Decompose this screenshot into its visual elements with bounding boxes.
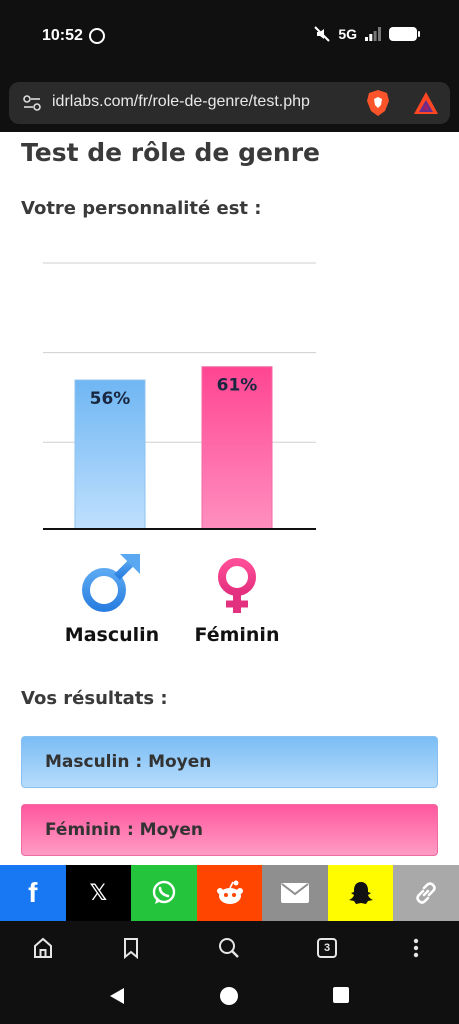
x-icon: 𝕏 — [89, 880, 108, 906]
bottom-navigation: 3 — [0, 921, 459, 1024]
whatsapp-share-button[interactable] — [131, 865, 197, 921]
menu-button[interactable] — [403, 935, 429, 961]
share-bar: f 𝕏 — [0, 865, 459, 921]
reddit-share-button[interactable] — [196, 865, 263, 921]
signal-icon — [365, 27, 381, 41]
system-home-button[interactable] — [220, 987, 238, 1005]
site-settings-icon[interactable] — [23, 95, 41, 111]
search-button[interactable] — [216, 935, 242, 961]
system-recents-button[interactable] — [333, 987, 349, 1003]
result-masculin-label: Masculin : Moyen — [45, 752, 212, 772]
email-share-button[interactable] — [262, 865, 328, 921]
home-icon — [34, 937, 52, 958]
category-label-masculin: Masculin — [65, 624, 159, 646]
status-time: 10:52 — [42, 27, 83, 44]
address-bar[interactable]: idrlabs.com/fr/role-de-genre/test.php — [9, 82, 450, 124]
tab-count: 3 — [317, 938, 337, 958]
home-button[interactable] — [30, 935, 56, 961]
browser-toolbar: idrlabs.com/fr/role-de-genre/test.php — [0, 78, 459, 132]
copy-link-button[interactable] — [393, 865, 459, 921]
bar-value-label: 56% — [90, 389, 131, 409]
brave-shields-icon[interactable] — [365, 89, 391, 117]
reddit-icon — [216, 880, 243, 904]
personality-subtitle: Votre personnalité est : — [21, 198, 262, 219]
whatsapp-icon — [152, 880, 176, 904]
status-bar: 10:52 5G — [0, 0, 459, 78]
x-share-button[interactable]: 𝕏 — [65, 865, 132, 921]
search-icon — [219, 938, 239, 958]
bookmark-icon — [124, 938, 138, 959]
results-heading: Vos résultats : — [21, 688, 168, 709]
mute-icon — [314, 26, 331, 42]
snapchat-share-button[interactable] — [327, 865, 394, 921]
tabs-button[interactable]: 3 — [314, 935, 340, 961]
bookmarks-button[interactable] — [118, 935, 144, 961]
brave-rewards-icon[interactable] — [413, 91, 439, 115]
result-feminin-label: Féminin : Moyen — [45, 820, 203, 840]
result-feminin: Féminin : Moyen — [21, 804, 438, 856]
url-text[interactable]: idrlabs.com/fr/role-de-genre/test.php — [52, 93, 310, 111]
results-chart: 56% 61% Masculin Féminin — [43, 262, 316, 646]
facebook-icon: f — [28, 877, 38, 908]
facebook-share-button[interactable]: f — [0, 865, 66, 921]
category-label-feminin: Féminin — [195, 624, 280, 646]
result-masculin: Masculin : Moyen — [21, 736, 438, 788]
whatsapp-notification-icon — [89, 28, 105, 44]
female-symbol-icon — [218, 558, 256, 613]
link-icon — [416, 882, 437, 904]
email-icon — [281, 883, 310, 903]
more-vertical-icon — [413, 938, 419, 958]
network-type: 5G — [338, 26, 357, 42]
battery-icon — [389, 27, 420, 41]
page-content: Test de rôle de genre Votre personnalité… — [0, 132, 459, 865]
snapchat-icon — [348, 882, 373, 904]
page-title: Test de rôle de genre — [21, 138, 320, 167]
system-back-button[interactable] — [108, 987, 126, 1005]
status-indicators: 5G — [314, 26, 420, 42]
male-symbol-icon — [82, 554, 140, 612]
bar-value-label: 61% — [217, 376, 258, 396]
